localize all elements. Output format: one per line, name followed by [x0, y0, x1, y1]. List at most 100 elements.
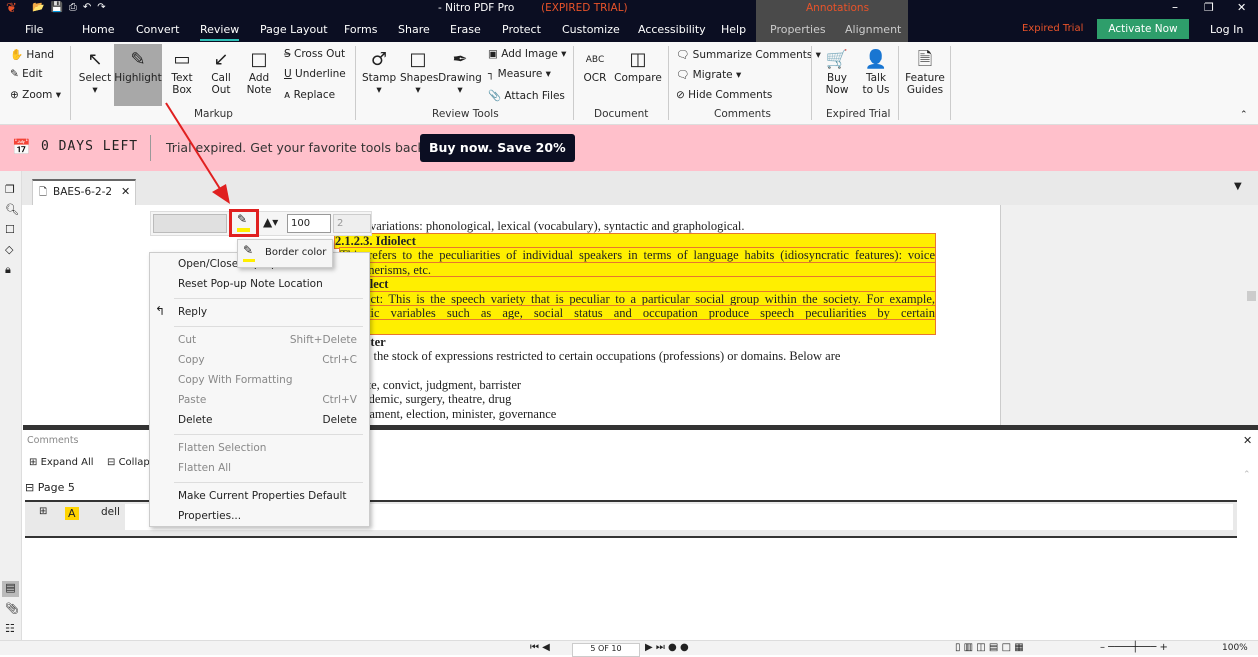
document-line: . Sociolect: [334, 276, 936, 292]
measure-button[interactable]: ┐ Measure ▾: [488, 68, 551, 80]
feature-guides-button[interactable]: 🗎 Feature Guides: [903, 48, 947, 96]
view-mode-buttons[interactable]: ▯ ▥ ◫ ▤ □ ▦: [955, 642, 1024, 653]
replace-button[interactable]: ᴀ Replace: [284, 89, 335, 101]
hide-comments-button[interactable]: ⊘ Hide Comments: [676, 89, 772, 101]
comment-author: dell: [101, 506, 120, 518]
tab-list-dropdown-icon[interactable]: ▼: [1234, 181, 1242, 192]
restore-icon[interactable]: ❐: [1204, 1, 1214, 14]
red-arrow-annotation: [165, 102, 230, 204]
zoom-button[interactable]: ⊕ Zoom ▾: [10, 89, 61, 101]
cross-out-button[interactable]: S̶ Cross Out: [284, 48, 345, 60]
tab-page-layout[interactable]: Page Layout: [260, 23, 328, 36]
font-dropdown[interactable]: [153, 214, 227, 233]
zoom-slider[interactable]: – ────┼─── +: [1100, 642, 1168, 653]
context-menu-item[interactable]: Copy: [178, 354, 205, 366]
trial-label: (EXPIRED TRIAL): [541, 2, 628, 14]
tab-protect[interactable]: Protect: [502, 23, 541, 36]
note-icon: □: [250, 49, 268, 70]
buy-now-button[interactable]: 🛒 Buy Now: [822, 48, 852, 96]
close-tab-icon[interactable]: ✕: [121, 185, 130, 198]
comments-scrollbar[interactable]: ⌃: [1243, 470, 1255, 635]
callout-icon: ↙: [213, 49, 229, 70]
shapes-button[interactable]: □ Shapes ▾: [400, 48, 438, 96]
pencil-icon: ✎: [243, 243, 254, 257]
comments-panel-icon[interactable]: ▤: [2, 581, 19, 597]
hand-button[interactable]: ✋ Hand: [10, 48, 54, 61]
opacity-stepper[interactable]: 100: [287, 214, 331, 233]
context-menu-item[interactable]: Paste: [178, 394, 206, 406]
context-menu-item[interactable]: Properties...: [178, 510, 241, 522]
context-menu-item[interactable]: Flatten Selection: [178, 442, 266, 454]
fill-color-button[interactable]: ✎: [229, 209, 259, 237]
bookmark-icon[interactable]: ☐: [5, 223, 15, 236]
highlight-button[interactable]: ✎ Highlight: [114, 44, 162, 106]
first-prev-page-buttons[interactable]: ⏮ ◀: [530, 642, 550, 653]
next-last-page-buttons[interactable]: ▶ ⏭ ● ●: [645, 642, 689, 653]
close-icon[interactable]: ✕: [1237, 1, 1246, 14]
lock-icon[interactable]: 🔒︎: [5, 263, 11, 277]
tab-properties[interactable]: Properties: [770, 23, 826, 36]
login-button[interactable]: Log In: [1210, 23, 1243, 36]
expand-all-button[interactable]: ⊞ Expand All: [29, 457, 94, 468]
pen-icon: ✒: [452, 49, 468, 70]
tab-file[interactable]: File: [25, 23, 43, 36]
add-note-button[interactable]: □ Add Note: [243, 48, 275, 96]
tab-customize[interactable]: Customize: [562, 23, 620, 36]
page-group[interactable]: ⊟ Page 5: [25, 481, 75, 494]
close-comments-icon[interactable]: ✕: [1243, 434, 1252, 447]
tab-home[interactable]: Home: [82, 23, 114, 36]
text-box-button[interactable]: ▭ Text Box: [166, 48, 198, 96]
tab-forms[interactable]: Forms: [344, 23, 377, 36]
context-menu-item[interactable]: Flatten All: [178, 462, 231, 474]
select-button[interactable]: ↖ Select ▾: [78, 48, 112, 96]
attachment-icon[interactable]: 📎︎: [5, 602, 19, 615]
list-icon[interactable]: ☷: [5, 622, 15, 635]
border-color-popup[interactable]: ✎ Border color: [237, 239, 333, 268]
drawing-button[interactable]: ✒ Drawing ▾: [438, 48, 482, 96]
minimize-icon[interactable]: –: [1172, 0, 1178, 14]
buy-now-save-button[interactable]: Buy now. Save 20%: [420, 134, 575, 162]
context-menu-item[interactable]: Cut: [178, 334, 196, 346]
line-width-stepper[interactable]: 2: [333, 214, 371, 233]
tab-help[interactable]: Help: [721, 23, 746, 36]
call-out-button[interactable]: ↙ Call Out: [205, 48, 237, 96]
context-menu-item[interactable]: Reset Pop-up Note Location: [178, 278, 323, 290]
underline-button[interactable]: U Underline: [284, 68, 346, 80]
tab-review[interactable]: Review: [200, 23, 240, 41]
collapse-ribbon-icon[interactable]: ⌃: [1240, 110, 1248, 120]
context-menu-item[interactable]: Make Current Properties Default: [178, 490, 347, 502]
edit-button[interactable]: ✎ Edit: [10, 68, 42, 80]
migrate-button[interactable]: 🗨 Migrate ▾: [676, 68, 741, 81]
square-icon: □: [409, 49, 427, 70]
quick-access-toolbar[interactable]: 📂💾⎙↶↷: [32, 2, 112, 13]
tag-icon[interactable]: ◇: [5, 243, 13, 256]
document-scrollbar[interactable]: [1245, 205, 1258, 425]
document-line: variations: phonological, lexical (vocab…: [370, 219, 745, 233]
talk-to-us-button[interactable]: 👤 Talk to Us: [860, 48, 892, 96]
menu-separator: [174, 434, 363, 435]
context-menu-item[interactable]: Reply: [178, 306, 207, 318]
tab-share[interactable]: Share: [398, 23, 430, 36]
stamp-button[interactable]: ♂ Stamp ▾: [362, 48, 396, 96]
ocr-button[interactable]: ABC OCR: [580, 48, 610, 84]
add-image-button[interactable]: ▣ Add Image ▾: [488, 48, 566, 60]
attach-files-button[interactable]: 📎 Attach Files: [488, 89, 565, 102]
summarize-comments-button[interactable]: 🗨 Summarize Comments ▾: [676, 48, 821, 61]
tab-accessibility[interactable]: Accessibility: [638, 23, 706, 36]
document-tab[interactable]: 🗋 BAES-6-2-2 ✕: [32, 179, 136, 205]
context-menu-item[interactable]: Copy With Formatting: [178, 374, 293, 386]
search-icon[interactable]: 🔍︎: [5, 203, 19, 216]
context-menu-item[interactable]: Delete: [178, 414, 213, 426]
guide-icon: 🗎: [917, 49, 933, 70]
tab-erase[interactable]: Erase: [450, 23, 481, 36]
pages-icon[interactable]: ❐: [5, 183, 15, 196]
tab-convert[interactable]: Convert: [136, 23, 180, 36]
cursor-icon: ↖: [87, 49, 103, 70]
properties-toolbar: ✎ ▲▾ 100 2: [150, 209, 372, 237]
border-color-icon[interactable]: ▲▾: [263, 215, 278, 229]
activate-now-button[interactable]: Activate Now: [1097, 19, 1189, 39]
compare-button[interactable]: ◫ Compare: [614, 48, 662, 84]
left-sidebar: ❐ 🔍︎ ☐ ◇ 🔒︎ ▤ 📎︎ ☷: [0, 171, 22, 655]
tab-alignment[interactable]: Alignment: [845, 23, 901, 36]
expand-comment-icon[interactable]: ⊞: [39, 506, 47, 517]
